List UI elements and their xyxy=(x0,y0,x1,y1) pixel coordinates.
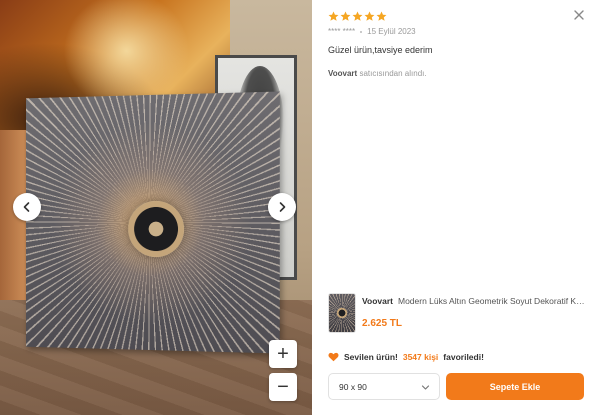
review-date: 15 Eylül 2023 xyxy=(367,27,416,36)
product-summary[interactable]: Voovart Modern Lüks Altın Geometrik Soyu… xyxy=(328,293,588,337)
heart-icon xyxy=(328,352,339,362)
add-to-cart-button[interactable]: Sepete Ekle xyxy=(446,373,584,400)
size-select-value: 90 x 90 xyxy=(339,381,367,392)
rating-stars xyxy=(328,11,387,22)
favorites-prefix: Sevilen ürün! xyxy=(344,352,398,362)
review-photo-viewer: + − xyxy=(0,0,312,415)
size-select[interactable]: 90 x 90 xyxy=(328,373,440,400)
close-icon[interactable] xyxy=(572,8,586,22)
review-author: **** **** xyxy=(328,27,356,36)
favorites-count: 3547 kişi xyxy=(402,352,439,362)
chevron-right-icon xyxy=(279,202,286,212)
product-thumbnail[interactable] xyxy=(328,293,356,333)
zoom-in-button[interactable]: + xyxy=(269,340,297,368)
review-meta: **** **** 15 Eylül 2023 xyxy=(328,27,416,36)
star-icon xyxy=(328,11,339,21)
favorites-suffix: favoriledi! xyxy=(443,352,484,362)
star-icon xyxy=(376,11,387,21)
separator-dot xyxy=(360,30,363,33)
seller-name[interactable]: Voovart xyxy=(328,69,357,78)
canvas-center-ring xyxy=(128,200,185,258)
seller-suffix: satıcısından alındı. xyxy=(359,69,427,78)
review-detail-panel: **** **** 15 Eylül 2023 Güzel ürün,tavsi… xyxy=(312,0,600,415)
star-icon xyxy=(364,11,375,21)
star-icon xyxy=(352,11,363,21)
previous-image-button[interactable] xyxy=(13,193,41,221)
favorites-info: Sevilen ürün! 3547 kişi favoriledi! xyxy=(328,352,484,362)
product-price: 2.625 TL xyxy=(362,318,403,329)
star-icon xyxy=(340,11,351,21)
review-text: Güzel ürün,tavsiye ederim xyxy=(328,45,433,55)
product-brand: Voovart xyxy=(362,296,394,306)
chevron-down-icon xyxy=(421,385,430,390)
next-image-button[interactable] xyxy=(268,193,296,221)
zoom-out-button[interactable]: − xyxy=(269,373,297,401)
product-canvas-photo xyxy=(25,91,280,354)
chevron-left-icon xyxy=(23,202,30,212)
seller-info: Voovart satıcısından alındı. xyxy=(328,69,427,78)
product-name[interactable]: Modern Lüks Altın Geometrik Soyut Dekora… xyxy=(398,296,586,306)
